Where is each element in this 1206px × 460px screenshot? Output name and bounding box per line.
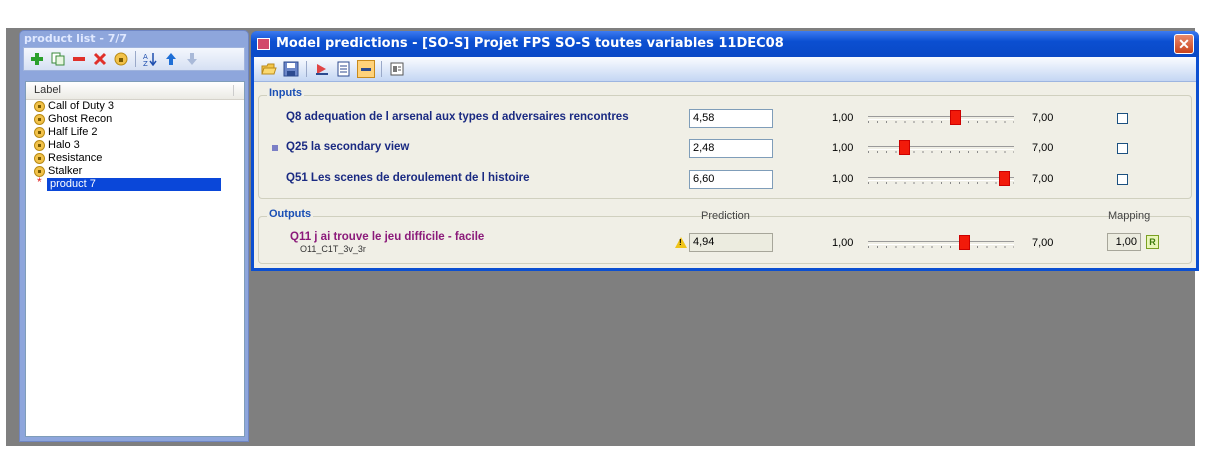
save-icon[interactable]: [282, 60, 300, 78]
model-toolbar: [254, 57, 1196, 82]
range-max-value: 7,00: [1032, 112, 1054, 124]
model-window-titlebar[interactable]: Model predictions - [SO-S] Projet FPS SO…: [251, 31, 1199, 57]
new-item-marker-icon: *: [37, 175, 42, 189]
copy-icon[interactable]: [49, 50, 67, 68]
product-list-item[interactable]: Stalker: [26, 165, 244, 178]
product-list-item[interactable]: Half Life 2: [26, 126, 244, 139]
lock-icon: [34, 127, 45, 138]
move-up-icon[interactable]: [162, 50, 180, 68]
range-min-value: 1,00: [832, 173, 854, 185]
input-value-field[interactable]: 2,48: [689, 139, 773, 158]
delete-icon[interactable]: [91, 50, 109, 68]
range-max-value: 7,00: [1032, 173, 1054, 185]
slider-track-line: [868, 177, 1014, 181]
toolbar-separator: [306, 61, 307, 77]
product-list-item[interactable]: Halo 3: [26, 139, 244, 152]
outputs-group-title: Outputs: [267, 208, 314, 220]
output-variable-code: O11_C1T_3v_3r: [300, 244, 366, 254]
slider-ticks: [868, 246, 1014, 248]
sheet-icon[interactable]: [335, 60, 353, 78]
product-list-toolbar: AZ: [23, 47, 245, 71]
product-list-item[interactable]: Ghost Recon: [26, 113, 244, 126]
lock-icon: [34, 153, 45, 164]
range-min-value: 1,00: [832, 142, 854, 154]
slider-thumb[interactable]: [999, 171, 1011, 186]
input-label: Q25 la secondary view: [286, 141, 410, 153]
product-list-item-label: Stalker: [48, 165, 83, 177]
slider-track-line: [868, 116, 1014, 120]
mapping-value-field[interactable]: 1,00: [1107, 233, 1141, 251]
model-predictions-window: Model predictions - [SO-S] Projet FPS SO…: [251, 31, 1199, 271]
move-down-icon[interactable]: [183, 50, 201, 68]
range-min-value: 1,00: [832, 237, 854, 249]
toolbar-separator: [381, 61, 382, 77]
product-list-item[interactable]: * product 7: [26, 175, 244, 191]
lock-icon: [34, 101, 45, 112]
svg-text:Z: Z: [143, 60, 148, 66]
close-button[interactable]: ✕: [1174, 34, 1194, 54]
range-min-value: 1,00: [832, 112, 854, 124]
product-list-item-label: Half Life 2: [48, 126, 98, 138]
prediction-slider[interactable]: [868, 233, 1014, 253]
range-max-value: 7,00: [1032, 237, 1054, 249]
prediction-header: Prediction: [701, 210, 750, 222]
highlight-icon[interactable]: [357, 60, 375, 78]
add-icon[interactable]: [28, 50, 46, 68]
slider-thumb[interactable]: [950, 110, 962, 125]
lock-icon: [34, 140, 45, 151]
lock-checkbox[interactable]: [1117, 174, 1128, 185]
open-icon[interactable]: [260, 60, 278, 78]
product-list-item-label: Halo 3: [48, 139, 80, 151]
model-window-title: Model predictions - [SO-S] Projet FPS SO…: [276, 36, 784, 51]
column-divider: [233, 85, 234, 96]
product-list-item-label: product 7: [47, 178, 221, 191]
product-listbox[interactable]: Label Call of Duty 3 Ghost Recon Half Life…: [25, 81, 245, 437]
slider-thumb[interactable]: [899, 140, 910, 155]
input-value-field[interactable]: 4,58: [689, 109, 773, 128]
input-slider[interactable]: [868, 108, 1014, 128]
remove-icon[interactable]: [70, 50, 88, 68]
slider-track-line: [868, 241, 1014, 245]
input-slider[interactable]: [868, 138, 1014, 158]
slider-ticks: [868, 182, 1014, 184]
lock-icon[interactable]: [112, 50, 130, 68]
model-window-body: Inputs Outputs Prediction Mapping Q8 ade…: [254, 57, 1196, 268]
app-icon: [257, 38, 270, 50]
slider-thumb[interactable]: [958, 235, 970, 250]
product-list-title: product list - 7/7: [24, 32, 128, 45]
product-list-item-label: Resistance: [48, 152, 103, 164]
run-icon[interactable]: [313, 60, 331, 78]
sort-icon[interactable]: AZ: [141, 50, 159, 68]
row-marker-icon: [272, 145, 278, 151]
slider-ticks: [868, 151, 1014, 153]
label-column-header-text: Label: [34, 84, 61, 96]
slider-ticks: [868, 121, 1014, 123]
prediction-value-field: 4,94: [689, 233, 773, 252]
inputs-group-title: Inputs: [267, 87, 304, 99]
mapping-header: Mapping: [1108, 210, 1151, 222]
lock-checkbox[interactable]: [1117, 113, 1128, 124]
product-list-item-label: Call of Duty 3: [48, 100, 115, 112]
toolbar-separator: [135, 51, 136, 67]
product-items: Call of Duty 3 Ghost Recon Half Life 2 Halo…: [26, 100, 244, 191]
input-label: Q8 adequation de l arsenal aux types d a…: [286, 111, 629, 123]
product-list-item-label: Ghost Recon: [48, 113, 113, 125]
lock-icon: [34, 114, 45, 125]
product-list-panel: product list - 7/7 AZ Label Call of Duty…: [20, 31, 248, 441]
export-icon[interactable]: [388, 60, 406, 78]
warning-icon: [675, 237, 687, 248]
input-slider[interactable]: [868, 169, 1014, 189]
slider-track-line: [868, 146, 1014, 150]
input-label: Q51 Les scenes de deroulement de l histo…: [286, 172, 530, 184]
output-label: Q11 j ai trouve le jeu difficile - facil…: [290, 231, 485, 243]
product-list-item[interactable]: Resistance: [26, 152, 244, 165]
lock-checkbox[interactable]: [1117, 143, 1128, 154]
input-value-field[interactable]: 6,60: [689, 170, 773, 189]
lock-icon: [34, 166, 45, 177]
mapping-reset-icon[interactable]: R: [1146, 235, 1159, 249]
label-column-header[interactable]: Label: [26, 82, 244, 100]
range-max-value: 7,00: [1032, 142, 1054, 154]
product-list-item[interactable]: Call of Duty 3: [26, 100, 244, 113]
